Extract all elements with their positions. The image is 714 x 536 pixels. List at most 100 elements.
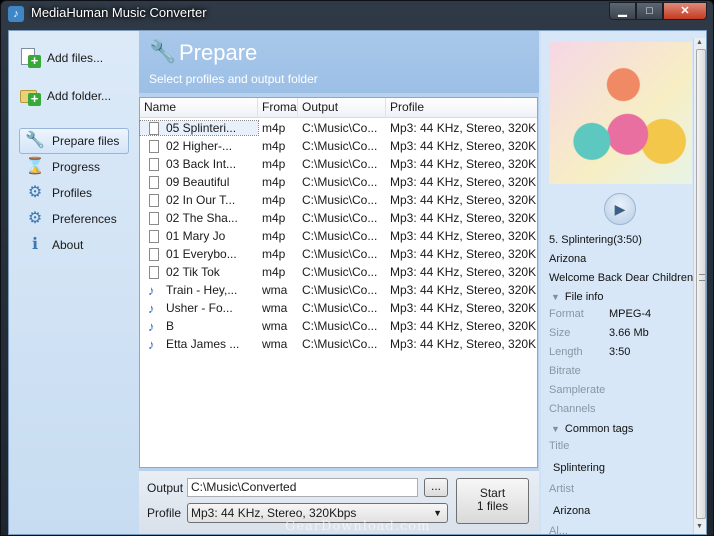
cell-profile: Mp3: 44 KHz, Stereo, 320K... [390,175,536,189]
nav-about[interactable]: ℹ About [19,232,129,258]
cell-name: 03 Back Int... [140,157,258,171]
music-note-icon: ♪ [148,319,155,333]
scroll-down-arrow-icon[interactable]: ▼ [696,523,703,530]
nav-progress[interactable]: ⌛ Progress [19,154,129,180]
cell-profile: Mp3: 44 KHz, Stereo, 320K... [390,319,536,333]
add-files-button[interactable]: + Add files... [19,43,103,73]
title-tag-value[interactable]: Splintering [553,462,605,474]
table-row[interactable]: 01 Everybo... m4p C:\Music\Co... Mp3: 44 KH… [140,245,537,263]
cell-name-text: 05 Splinteri... [166,121,237,135]
file-icon [149,176,159,189]
column-header-output[interactable]: Output [298,98,386,118]
cell-profile: Mp3: 44 KHz, Stereo, 320K... [390,265,536,279]
cell-profile: Mp3: 44 KHz, Stereo, 320K... [390,337,536,351]
cell-output: C:\Music\Co... [302,121,378,135]
page-title: Prepare [179,40,258,65]
cell-name: 09 Beautiful [140,175,258,189]
cell-name: 05 Splinteri... [139,120,259,136]
cell-format: m4p [262,193,286,207]
file-icon [149,266,159,279]
table-row[interactable]: ♪ Train - Hey,... wma C:\Music\Co... Mp3: 44… [140,281,537,299]
add-folder-label: Add folder... [47,89,112,103]
start-button[interactable]: Start 1 files [456,478,529,524]
close-button[interactable]: ✕ [663,2,707,20]
cell-profile: Mp3: 44 KHz, Stereo, 320K... [390,139,536,153]
add-files-label: Add files... [47,51,104,65]
cell-output: C:\Music\Co... [302,193,378,207]
output-folder-input[interactable]: C:\Music\Converted [187,478,418,497]
add-folder-button[interactable]: + Add folder... [19,81,111,111]
play-button[interactable]: ▶ [604,193,636,225]
cell-name: 01 Everybo... [140,247,258,261]
file-icon [149,230,159,243]
cell-output: C:\Music\Co... [302,319,378,333]
file-list[interactable]: Name Froma Output Profile 05 Splinteri..… [139,97,538,468]
table-row[interactable]: 05 Splinteri... m4p C:\Music\Co... Mp3: 44 … [139,119,537,137]
title-tag-label: Title [549,440,570,452]
album-tag-label: Al... [549,525,568,535]
title-bar[interactable]: ♪ MediaHuman Music Converter ▁ □ ✕ [1,1,713,27]
table-row[interactable]: 02 Tik Tok m4p C:\Music\Co... Mp3: 44 KHz, … [140,263,537,281]
browse-button[interactable]: ... [424,478,448,497]
file-info-section[interactable]: ▼ File info [551,291,603,303]
cell-format: m4p [262,211,286,225]
column-header-name[interactable]: Name [140,98,258,118]
scrollbar-thumb[interactable] [696,49,706,519]
cell-profile: Mp3: 44 KHz, Stereo, 320K... [390,211,536,225]
table-row[interactable]: ♪ Usher - Fo... wma C:\Music\Co... Mp3: 44 K… [140,299,537,317]
column-header-profile[interactable]: Profile [386,98,537,118]
window-controls: ▁ □ ✕ [609,2,707,20]
cell-name: ♪ Etta James ... [140,337,258,351]
scroll-up-arrow-icon[interactable]: ▲ [696,39,703,46]
cell-name-text: 01 Everybo... [166,247,237,261]
cell-profile: Mp3: 44 KHz, Stereo, 320K... [390,247,536,261]
common-tags-section[interactable]: ▼ Common tags [551,423,633,435]
nav-preferences[interactable]: ⚙ Preferences [19,206,129,232]
details-scrollbar[interactable]: ▲ ▼ [693,38,706,534]
table-row[interactable]: 03 Back Int... m4p C:\Music\Co... Mp3: 44 K… [140,155,537,173]
hourglass-icon: ⌛ [25,158,45,175]
cell-name: 01 Mary Jo [140,229,258,243]
nav-profiles[interactable]: ⚙ Profiles [19,180,129,206]
cell-output: C:\Music\Co... [302,301,378,315]
cell-name: ♪ B [140,319,258,333]
channels-label: Channels [549,403,596,415]
cell-output: C:\Music\Co... [302,175,378,189]
column-header-format[interactable]: Froma [258,98,298,118]
sidebar: + Add files... + Add folder... 🔧 Prepare… [9,31,139,534]
cell-output: C:\Music\Co... [302,247,378,261]
minimize-button[interactable]: ▁ [609,2,636,20]
table-row[interactable]: 02 The Sha... m4p C:\Music\Co... Mp3: 44 KH… [140,209,537,227]
cell-name-text: 02 Higher-... [166,139,233,153]
common-tags-header: Common tags [564,423,634,435]
table-row[interactable]: ♪ Etta James ... wma C:\Music\Co... Mp3: 44 … [140,335,537,353]
artist-tag-value[interactable]: Arizona [553,505,590,517]
details-panel: ▶ 5. Splintering(3:50) Arizona Welcome B… [541,31,706,535]
bitrate-label: Bitrate [549,365,581,377]
track-album: Welcome Back Dear Children [549,272,694,284]
cell-name-text: 01 Mary Jo [166,229,226,243]
table-row[interactable]: ♪ Bwma C:\Music\Co... Mp3: 44 KHz, Stereo, … [140,317,537,335]
start-count: 1 files [476,499,509,513]
table-row[interactable]: 02 Higher-... m4p C:\Music\Co... Mp3: 44 KH… [140,137,537,155]
cell-profile: Mp3: 44 KHz, Stereo, 320K... [390,301,536,315]
cell-name-text: 02 The Sha... [166,211,238,225]
cell-name-text: 03 Back Int... [166,157,237,171]
artist-tag-label: Artist [549,483,575,495]
window-title: MediaHuman Music Converter [31,5,207,20]
cell-format: m4p [262,139,286,153]
maximize-button[interactable]: □ [636,2,663,20]
music-note-icon: ♪ [148,283,155,297]
cell-output: C:\Music\Co... [302,157,378,171]
cell-name: 02 In Our T... [140,193,258,207]
page-subtitle: Select profiles and output folder [149,72,318,86]
music-note-icon: ♪ [148,301,155,315]
table-row[interactable]: 02 In Our T... m4p C:\Music\Co... Mp3: 44 K… [140,191,537,209]
nav-prepare-files[interactable]: 🔧 Prepare files [19,128,129,154]
cell-output: C:\Music\Co... [302,139,378,153]
table-row[interactable]: 01 Mary Jo m4p C:\Music\Co... Mp3: 44 KHz, … [140,227,537,245]
nav-label: Profiles [52,186,93,200]
nav-label: About [52,238,84,252]
table-row[interactable]: 09 Beautiful m4p C:\Music\Co... Mp3: 44 KHz… [140,173,537,191]
music-note-icon: ♪ [8,6,24,22]
